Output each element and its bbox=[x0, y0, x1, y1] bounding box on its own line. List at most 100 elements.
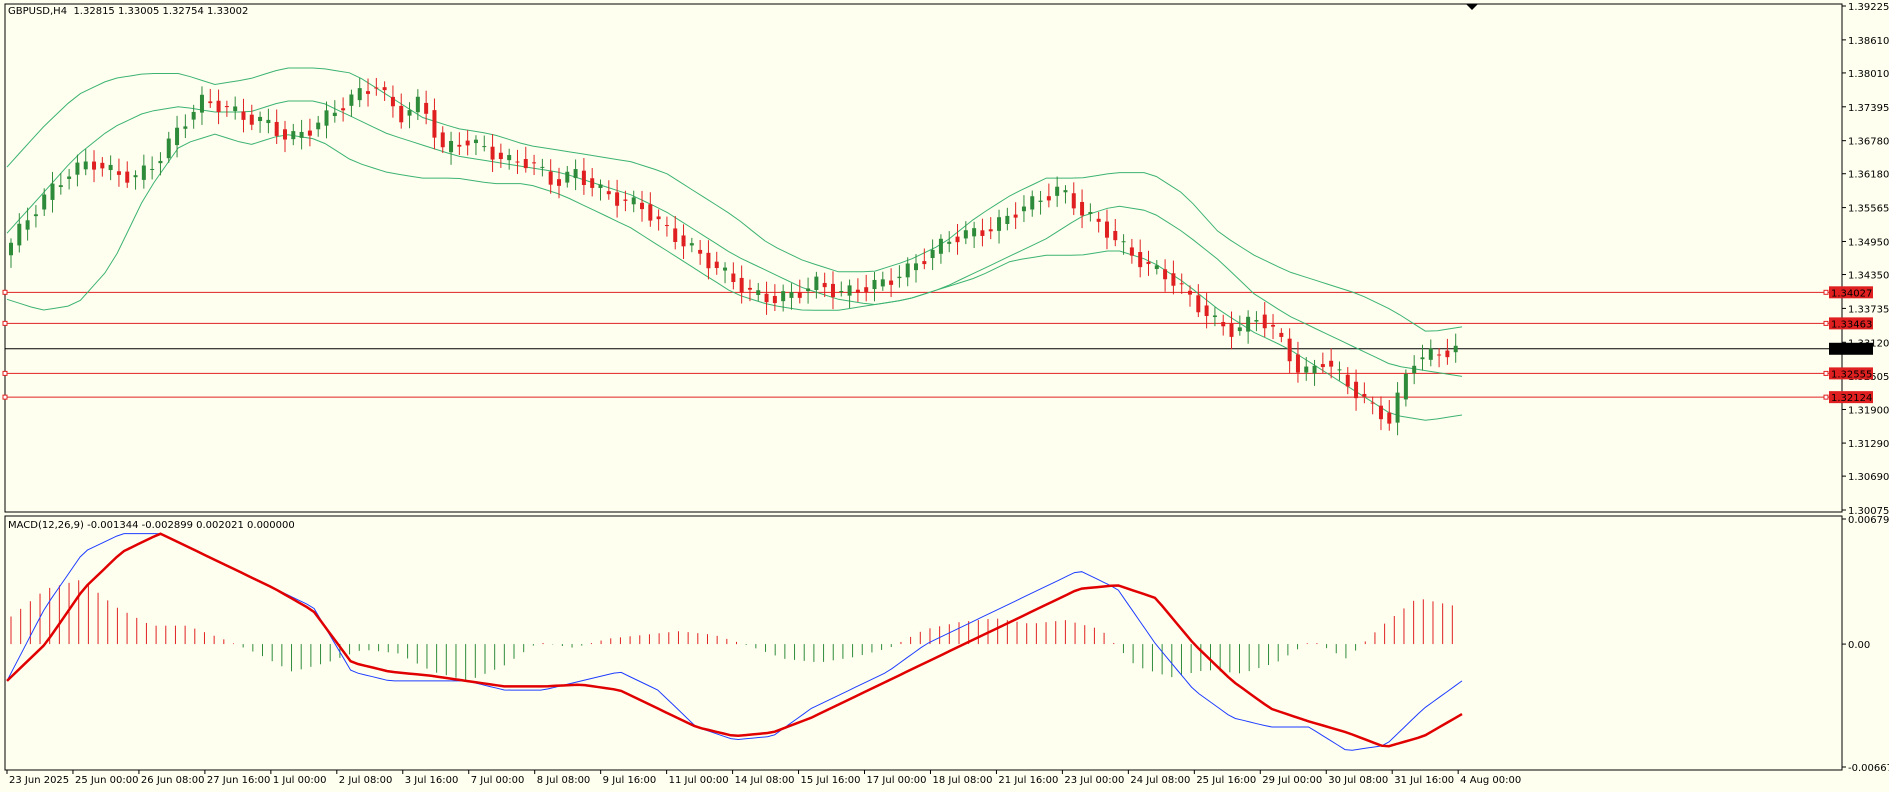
candle-body bbox=[208, 101, 213, 104]
candle-body bbox=[1212, 315, 1217, 318]
candle-body bbox=[33, 214, 38, 217]
candle-body bbox=[241, 111, 246, 120]
price-tick-label: 1.37395 bbox=[1848, 103, 1889, 114]
candle-body bbox=[92, 161, 97, 170]
candle-body bbox=[764, 293, 769, 303]
candle-body bbox=[1163, 269, 1168, 280]
price-tick-label: 1.39225 bbox=[1848, 2, 1889, 13]
candle-body bbox=[797, 292, 802, 298]
time-tick-label: 8 Jul 08:00 bbox=[537, 775, 591, 786]
candle-body bbox=[590, 178, 595, 188]
candle-body bbox=[282, 129, 287, 140]
candle-body bbox=[880, 279, 885, 287]
level-handle bbox=[2, 370, 8, 376]
candle-body bbox=[581, 170, 586, 186]
candle-body bbox=[9, 242, 13, 256]
candle-body bbox=[1362, 393, 1367, 397]
candle-body bbox=[1154, 265, 1159, 270]
time-tick-label: 25 Jun 00:00 bbox=[75, 775, 139, 786]
candle-body bbox=[631, 197, 636, 205]
candle-body bbox=[382, 87, 387, 91]
candle-body bbox=[1453, 345, 1458, 353]
candle-body bbox=[100, 162, 105, 169]
candle-body bbox=[1096, 218, 1101, 222]
candle-body bbox=[1005, 215, 1010, 224]
candle-body bbox=[1129, 247, 1134, 256]
level-handle bbox=[1823, 289, 1829, 295]
candle-body bbox=[332, 112, 337, 117]
price-chart[interactable]: 1.39225 1.38610 1.38010 1.37395 1.36780 1.361… bbox=[0, 0, 1889, 792]
candle-body bbox=[1420, 357, 1425, 360]
candle-body bbox=[116, 171, 121, 175]
candle-body bbox=[291, 131, 296, 140]
price-tick-label: 1.38010 bbox=[1848, 69, 1889, 80]
candle-body bbox=[1262, 314, 1267, 329]
candle-body bbox=[1104, 221, 1109, 238]
candle-body bbox=[1221, 321, 1226, 327]
current-price-label: 1.33002 bbox=[1831, 345, 1872, 356]
shift-marker-icon bbox=[1466, 4, 1478, 10]
candle-body bbox=[233, 106, 238, 112]
candle-body bbox=[914, 263, 919, 271]
candle-body bbox=[988, 229, 993, 232]
candle-body bbox=[772, 295, 777, 304]
candle-body bbox=[689, 243, 694, 246]
candle-body bbox=[249, 114, 254, 125]
candle-body bbox=[407, 110, 412, 116]
candle-body bbox=[714, 261, 719, 269]
candle-body bbox=[922, 261, 927, 265]
candle-body bbox=[183, 126, 188, 129]
level-price-label: 1.34027 bbox=[1831, 288, 1872, 299]
candle-body bbox=[465, 140, 470, 146]
candle-body bbox=[1138, 252, 1143, 268]
candle-body bbox=[108, 164, 113, 171]
candle-body bbox=[723, 267, 728, 271]
level-handle bbox=[1823, 394, 1829, 400]
level-handle bbox=[2, 394, 8, 400]
candle-body bbox=[698, 249, 703, 254]
candle-body bbox=[1204, 305, 1209, 317]
candle-body bbox=[299, 131, 304, 138]
candle-body bbox=[432, 110, 437, 138]
candle-body bbox=[357, 88, 362, 101]
candle-body bbox=[955, 236, 960, 243]
candle-body bbox=[656, 216, 661, 220]
candle-body bbox=[664, 225, 669, 227]
candle-body bbox=[864, 287, 869, 292]
candle-body bbox=[1063, 190, 1068, 193]
price-tick-label: 1.36780 bbox=[1848, 137, 1889, 148]
candle-body bbox=[781, 291, 786, 302]
candle-body bbox=[1295, 354, 1300, 373]
bollinger-upper bbox=[6, 67, 1463, 332]
candle-body bbox=[1378, 405, 1383, 420]
candle-body bbox=[889, 280, 894, 285]
candle-body bbox=[806, 288, 811, 292]
candle-body bbox=[523, 158, 528, 169]
candle-body bbox=[415, 96, 420, 113]
level-handle bbox=[2, 320, 8, 326]
candle-body bbox=[980, 230, 985, 236]
price-tick-label: 1.34350 bbox=[1848, 271, 1889, 282]
candle-body bbox=[947, 241, 952, 244]
candle-body bbox=[158, 160, 163, 164]
candle-body bbox=[623, 199, 628, 201]
candle-body bbox=[1412, 365, 1417, 374]
candle-body bbox=[67, 176, 72, 179]
candle-body bbox=[756, 290, 761, 295]
candle-body bbox=[648, 204, 653, 221]
candle-body bbox=[1188, 290, 1193, 295]
candle-body bbox=[341, 108, 346, 111]
candle-body bbox=[1387, 412, 1392, 424]
time-tick-label: 26 Jun 08:00 bbox=[141, 775, 205, 786]
price-tick-label: 1.31290 bbox=[1848, 439, 1889, 450]
bollinger-middle bbox=[6, 100, 1463, 377]
time-tick-label: 21 Jul 16:00 bbox=[998, 775, 1058, 786]
symbol-label: GBPUSD,H4 bbox=[8, 6, 68, 17]
candle-body bbox=[706, 252, 711, 269]
candle-body bbox=[963, 230, 968, 239]
level-price-label: 1.32555 bbox=[1831, 369, 1872, 380]
macd-tick-label: -0.006674 bbox=[1848, 763, 1889, 774]
time-tick-label: 23 Jun 2025 bbox=[9, 775, 69, 786]
candle-body bbox=[1370, 402, 1375, 404]
time-tick-label: 15 Jul 16:00 bbox=[801, 775, 861, 786]
